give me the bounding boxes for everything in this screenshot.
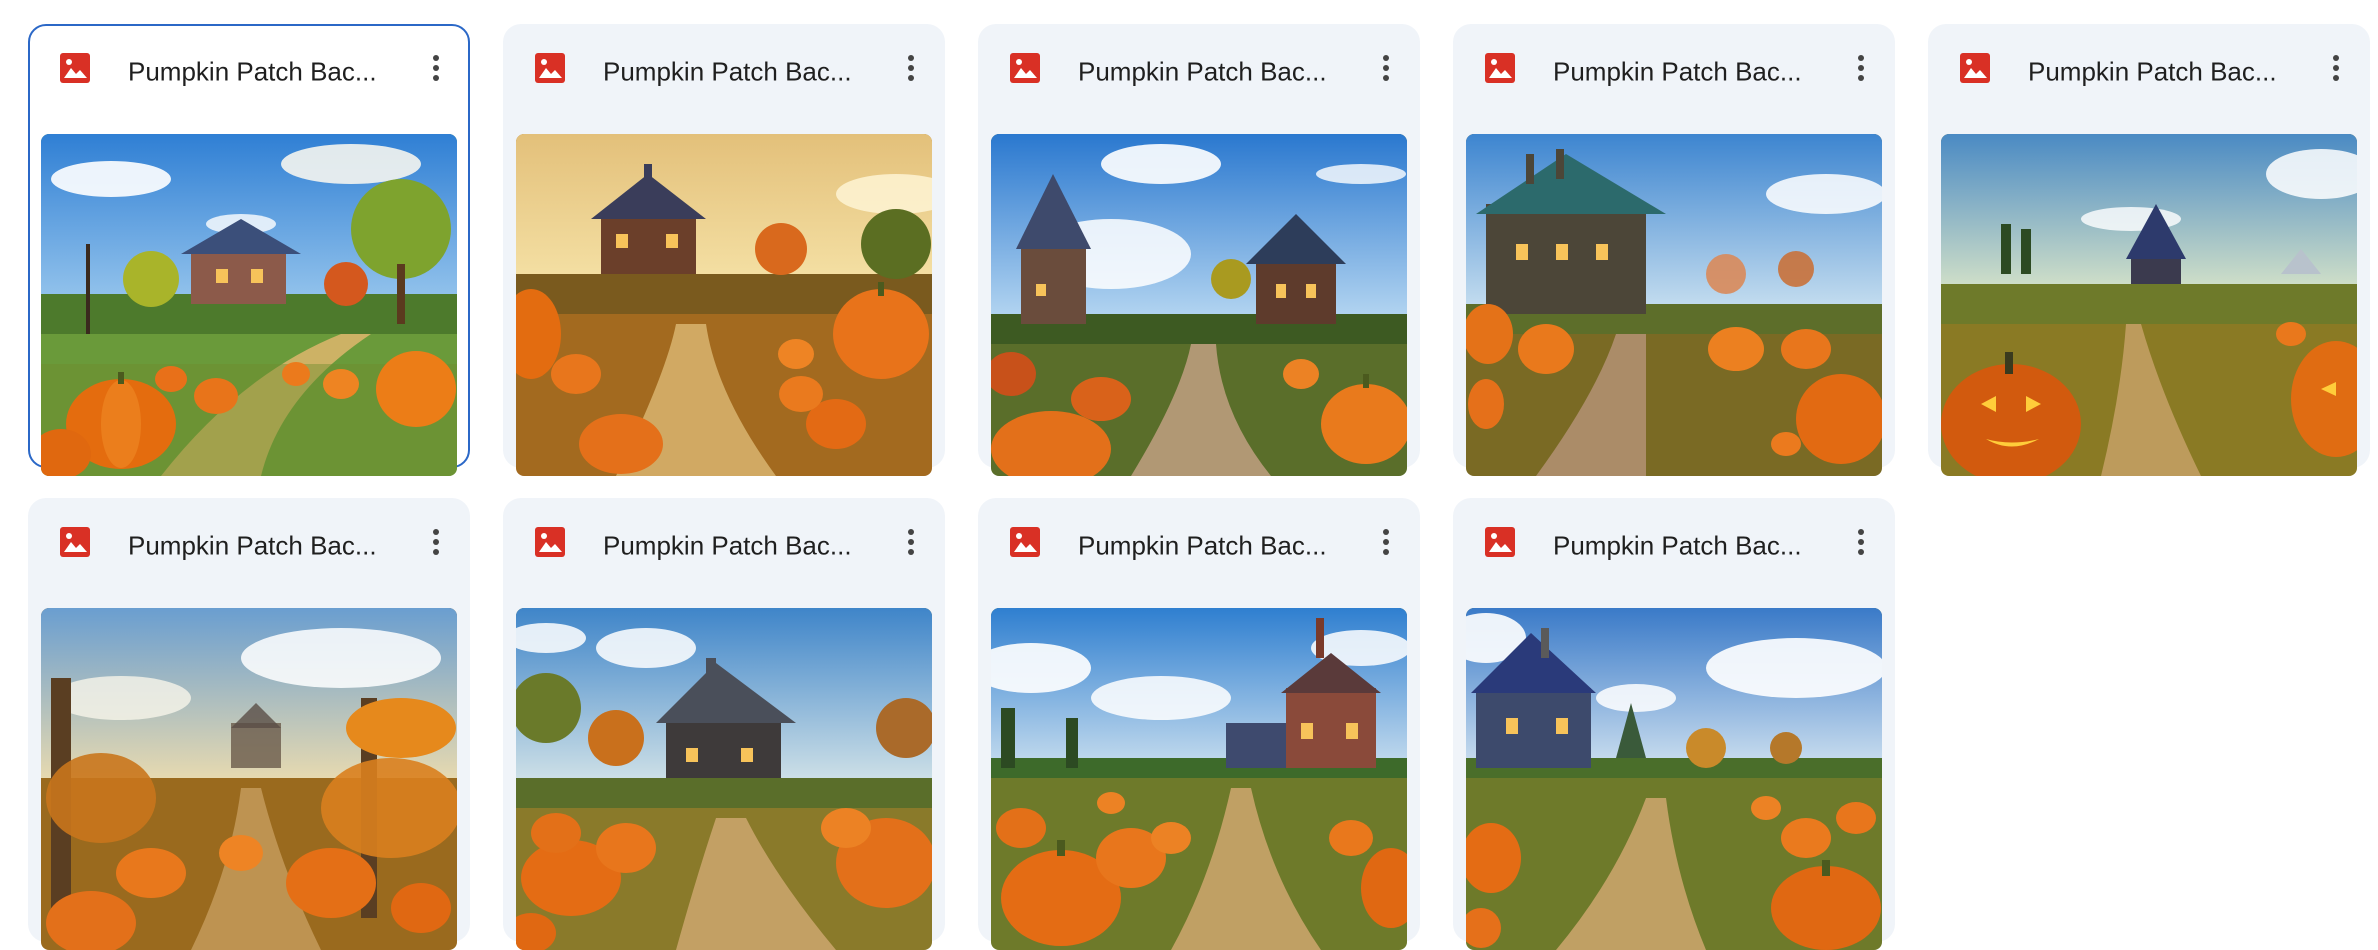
more-vert-icon [2333,55,2339,81]
file-card-header: Pumpkin Patch Bac... [28,498,470,584]
file-card[interactable]: Pumpkin Patch Bac... [503,498,945,950]
file-card-header: Pumpkin Patch Bac... [978,24,1420,110]
more-vert-icon [433,55,439,81]
more-options-button[interactable] [891,522,931,562]
file-card[interactable]: Pumpkin Patch Bac... [978,498,1420,950]
image-thumbnail[interactable] [991,608,1407,950]
file-card[interactable]: Pumpkin Patch Bac... [1453,24,1895,476]
file-card[interactable]: Pumpkin Patch Bac... [503,24,945,476]
image-file-icon [1485,527,1515,557]
file-name: Pumpkin Patch Bac... [1078,56,1327,87]
file-card[interactable]: Pumpkin Patch Bac... [1453,498,1895,950]
file-name: Pumpkin Patch Bac... [128,530,377,561]
more-vert-icon [1383,529,1389,555]
file-card[interactable]: Pumpkin Patch Bac... [978,24,1420,476]
file-card-header: Pumpkin Patch Bac... [503,24,945,110]
file-card-header: Pumpkin Patch Bac... [1928,24,2370,110]
file-name: Pumpkin Patch Bac... [128,56,377,87]
file-card[interactable]: Pumpkin Patch Bac... [28,24,470,476]
more-options-button[interactable] [1366,48,1406,88]
file-name: Pumpkin Patch Bac... [603,530,852,561]
file-card[interactable]: Pumpkin Patch Bac... [1928,24,2370,476]
more-options-button[interactable] [416,48,456,88]
more-options-button[interactable] [1366,522,1406,562]
image-file-icon [60,527,90,557]
file-grid: Pumpkin Patch Bac... Pumpkin Patch Bac..… [0,0,2378,950]
image-file-icon [60,53,90,83]
more-vert-icon [1383,55,1389,81]
more-vert-icon [908,55,914,81]
image-thumbnail[interactable] [991,134,1407,476]
file-name: Pumpkin Patch Bac... [603,56,852,87]
file-card-header: Pumpkin Patch Bac... [30,26,468,112]
image-file-icon [1485,53,1515,83]
image-thumbnail[interactable] [1466,134,1882,476]
more-options-button[interactable] [2316,48,2356,88]
more-vert-icon [1858,55,1864,81]
file-card-header: Pumpkin Patch Bac... [1453,24,1895,110]
more-vert-icon [908,529,914,555]
more-options-button[interactable] [416,522,456,562]
more-options-button[interactable] [1841,522,1881,562]
image-file-icon [1010,527,1040,557]
image-file-icon [1010,53,1040,83]
file-card-header: Pumpkin Patch Bac... [1453,498,1895,584]
more-options-button[interactable] [1841,48,1881,88]
image-thumbnail[interactable] [1941,134,2357,476]
image-thumbnail[interactable] [41,134,457,476]
more-vert-icon [433,529,439,555]
image-file-icon [1960,53,1990,83]
image-file-icon [535,53,565,83]
image-thumbnail[interactable] [1466,608,1882,950]
file-name: Pumpkin Patch Bac... [1078,530,1327,561]
image-thumbnail[interactable] [516,134,932,476]
image-thumbnail[interactable] [41,608,457,950]
image-thumbnail[interactable] [516,608,932,950]
more-vert-icon [1858,529,1864,555]
file-card-header: Pumpkin Patch Bac... [503,498,945,584]
file-card[interactable]: Pumpkin Patch Bac... [28,498,470,950]
more-options-button[interactable] [891,48,931,88]
file-name: Pumpkin Patch Bac... [2028,56,2277,87]
file-card-header: Pumpkin Patch Bac... [978,498,1420,584]
image-file-icon [535,527,565,557]
file-name: Pumpkin Patch Bac... [1553,56,1802,87]
file-name: Pumpkin Patch Bac... [1553,530,1802,561]
